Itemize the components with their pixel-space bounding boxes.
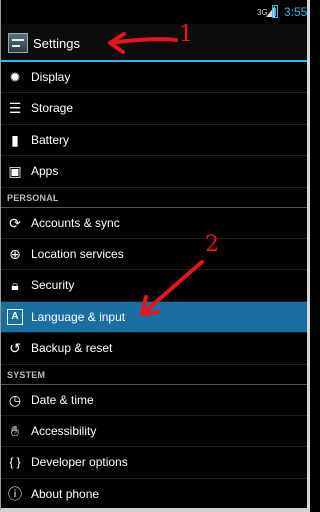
clock-icon: ◷ xyxy=(8,391,22,408)
settings-item-label: Accessibility xyxy=(31,423,97,438)
settings-item-storage[interactable]: ☰ Storage xyxy=(0,93,310,125)
settings-item-label: Accounts & sync xyxy=(31,215,120,230)
settings-item-about[interactable]: ⓘ About phone xyxy=(0,479,310,511)
settings-list: ✹ Display ☰ Storage ▮ Battery ▣ Apps PER… xyxy=(0,62,310,511)
status-bar: 3G 3:55 xyxy=(0,0,310,24)
lock-icon: 🔒︎ xyxy=(11,277,19,294)
section-label: SYSTEM xyxy=(7,369,46,380)
section-header-personal: PERSONAL xyxy=(0,188,310,208)
location-icon: ⊕ xyxy=(9,245,21,262)
settings-item-security[interactable]: 🔒︎ Security xyxy=(0,270,310,302)
annotation-number-1: 1 xyxy=(179,22,193,47)
settings-item-label: Backup & reset xyxy=(31,341,113,356)
settings-item-label: Location services xyxy=(31,246,124,261)
storage-icon: ☰ xyxy=(8,100,22,117)
section-label: PERSONAL xyxy=(7,192,59,203)
settings-item-label: Apps xyxy=(31,164,59,179)
hand-icon: ✋︎ xyxy=(11,422,19,439)
action-bar: Settings xyxy=(0,24,310,62)
settings-item-location[interactable]: ⊕ Location services xyxy=(0,239,310,271)
settings-item-developer[interactable]: { } Developer options xyxy=(0,447,310,479)
settings-item-label: Security xyxy=(31,278,75,293)
page-title: Settings xyxy=(33,36,80,51)
annotation-number-2: 2 xyxy=(205,232,219,257)
settings-item-label: Storage xyxy=(31,101,74,116)
settings-item-accounts[interactable]: ⟳ Accounts & sync xyxy=(0,208,310,239)
apps-icon: ▣ xyxy=(8,163,22,180)
settings-item-label: Language & input xyxy=(31,309,126,324)
battery-icon xyxy=(272,5,278,18)
brightness-icon: ✹ xyxy=(9,69,21,85)
braces-icon: { } xyxy=(9,455,21,470)
status-time: 3:55 xyxy=(284,5,308,19)
settings-item-apps[interactable]: ▣ Apps xyxy=(0,156,310,188)
settings-item-label: Battery xyxy=(31,132,70,147)
section-header-system: SYSTEM xyxy=(0,365,310,385)
keyboard-a-icon: A xyxy=(7,308,23,325)
settings-item-display[interactable]: ✹ Display xyxy=(0,62,310,94)
settings-item-language[interactable]: A Language & input xyxy=(0,301,310,334)
settings-app-icon[interactable] xyxy=(8,33,28,53)
settings-item-battery[interactable]: ▮ Battery xyxy=(0,125,310,157)
battery-setting-icon: ▮ xyxy=(11,131,19,148)
settings-item-accessibility[interactable]: ✋︎ Accessibility xyxy=(0,416,310,448)
restore-icon: ↺ xyxy=(9,340,21,357)
info-icon: ⓘ xyxy=(8,485,22,502)
settings-item-label: About phone xyxy=(31,486,100,501)
settings-item-label: Developer options xyxy=(31,455,128,470)
settings-item-backup[interactable]: ↺ Backup & reset xyxy=(0,333,310,365)
sync-icon: ⟳ xyxy=(9,214,21,231)
settings-item-label: Date & time xyxy=(31,392,94,407)
settings-item-datetime[interactable]: ◷ Date & time xyxy=(0,385,310,416)
settings-item-label: Display xyxy=(31,70,71,84)
